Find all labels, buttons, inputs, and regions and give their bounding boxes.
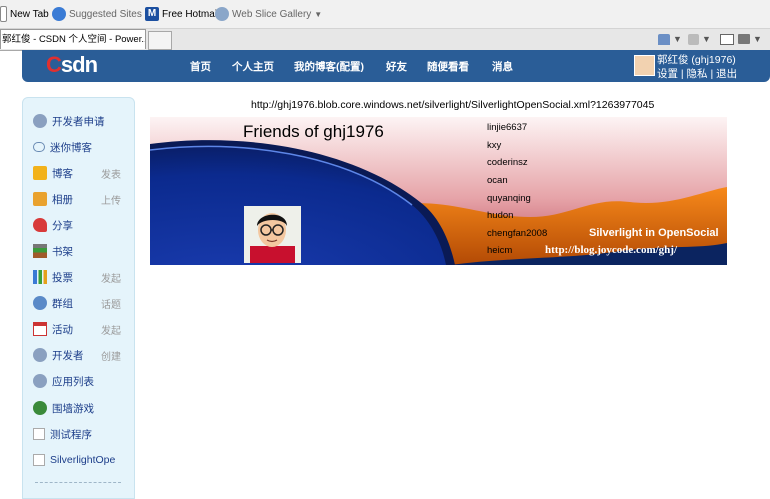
group-icon <box>33 296 47 310</box>
tab-active[interactable]: 郭红俊 - CSDN 个人空间 - Power... <box>0 29 146 49</box>
sidebar-item-label: 迷你博客 <box>50 141 92 154</box>
sidebar-item-event[interactable]: 活动 发起 <box>33 320 129 338</box>
free-hotmail-label: Free Hotmail <box>162 8 220 20</box>
nav-friends[interactable]: 好友 <box>386 59 407 74</box>
rss-icon[interactable]: ▼ <box>688 31 711 47</box>
vote-icon <box>33 270 47 284</box>
user-links[interactable]: 设置 | 隐私 | 退出 <box>657 66 737 81</box>
developer-apply-icon <box>33 114 47 128</box>
gadget-url: http://ghj1976.blob.core.windows.net/sil… <box>251 99 655 111</box>
sidebar-item-share[interactable]: 分享 <box>33 216 129 234</box>
sidebar-item-action[interactable]: 创建 <box>101 348 121 363</box>
tab-row: 郭红俊 - CSDN 个人空间 - Power... <box>0 29 770 51</box>
sidebar-item-bookshelf[interactable]: 书架 <box>33 242 129 260</box>
sidebar-item-action[interactable]: 发起 <box>101 322 121 337</box>
csdn-logo[interactable]: Csdn <box>46 52 98 78</box>
new-tab-label: New Tab <box>10 8 49 20</box>
csdn-nav-bar: Csdn 首页 个人主页 我的博客(配置) 好友 随便看看 消息 郭红俊 (gh… <box>22 50 770 82</box>
banner-url[interactable]: http://blog.joycode.com/ghj/ <box>545 244 677 256</box>
page-icon <box>0 6 7 22</box>
friend-item[interactable]: heicm <box>487 245 512 256</box>
sidebar-item-action[interactable]: 上传 <box>101 192 121 207</box>
ie-icon <box>215 7 229 21</box>
avatar[interactable] <box>634 55 655 76</box>
print-icon[interactable]: ▼ <box>738 31 762 47</box>
sidebar-item-action[interactable]: 话题 <box>101 296 121 311</box>
developer-icon <box>33 348 47 362</box>
nav-home[interactable]: 首页 <box>190 59 211 74</box>
sidebar-item-test-app[interactable]: 测试程序 <box>33 425 129 443</box>
msn-icon: M <box>145 7 159 21</box>
mini-blog-icon <box>33 142 45 152</box>
sidebar-item-label: 开发者 <box>52 349 84 362</box>
album-icon <box>33 192 47 206</box>
sidebar-item-label: 博客 <box>52 167 73 180</box>
silverlight-banner[interactable] <box>150 117 727 265</box>
sidebar: 开发者申请 迷你博客 博客 发表 相册 上传 分享 书架 投票 发起 群组 话题… <box>22 97 135 499</box>
silverlight-app-icon <box>33 454 45 466</box>
friend-item[interactable]: linjie6637 <box>487 122 527 133</box>
app-list-icon <box>33 374 47 388</box>
friend-item[interactable]: quyanqing <box>487 193 531 204</box>
sidebar-item-action[interactable]: 发起 <box>101 270 121 285</box>
sidebar-item-label: 投票 <box>52 271 73 284</box>
gadget-title: Friends of ghj1976 <box>243 122 384 141</box>
suggested-sites-favorite[interactable]: Suggested Sites ▼ <box>52 6 153 22</box>
sidebar-item-label: 测试程序 <box>50 428 92 441</box>
sidebar-item-game[interactable]: 围墙游戏 <box>33 399 129 417</box>
web-slice-gallery-label: Web Slice Gallery <box>232 8 312 20</box>
new-tab-button[interactable] <box>148 31 172 50</box>
new-tab-favorite[interactable]: New Tab <box>0 6 49 22</box>
sidebar-item-label: 开发者申请 <box>52 115 105 128</box>
nav-profile[interactable]: 个人主页 <box>232 59 274 74</box>
friend-item[interactable]: hudon <box>487 210 513 221</box>
favorites-bar: New Tab Suggested Sites ▼ M Free Hotmail… <box>0 0 770 29</box>
bookshelf-icon <box>33 244 47 258</box>
sidebar-item-label: 分享 <box>52 219 73 232</box>
sidebar-item-album[interactable]: 相册 上传 <box>33 190 129 208</box>
friend-item[interactable]: kxy <box>487 140 501 151</box>
share-icon <box>33 218 47 232</box>
home-icon[interactable]: ▼ <box>658 31 682 47</box>
sidebar-item-blog[interactable]: 博客 发表 <box>33 164 129 182</box>
sidebar-item-vote[interactable]: 投票 发起 <box>33 268 129 286</box>
sidebar-item-label: 书架 <box>52 245 73 258</box>
sidebar-item-label: 群组 <box>52 297 73 310</box>
user-name[interactable]: 郭红俊 (ghj1976) <box>657 52 736 67</box>
friend-item[interactable]: ocan <box>487 175 508 186</box>
user-portrait[interactable] <box>244 206 301 263</box>
game-icon <box>33 401 47 415</box>
sidebar-item-label: 应用列表 <box>52 375 94 388</box>
blog-icon <box>33 166 47 180</box>
banner-title: Silverlight in OpenSocial <box>589 227 719 239</box>
sidebar-item-label: SilverlightOpe <box>50 454 116 466</box>
test-app-icon <box>33 428 45 440</box>
nav-browse[interactable]: 随便看看 <box>427 59 469 74</box>
csdn-logo-text: sdn <box>60 52 98 77</box>
friend-item[interactable]: chengfan2008 <box>487 228 547 239</box>
chevron-down-icon[interactable]: ▼ <box>314 10 322 19</box>
sidebar-item-silverlight-app[interactable]: SilverlightOpe <box>33 451 129 469</box>
sidebar-item-developer-apply[interactable]: 开发者申请 <box>33 112 129 130</box>
suggested-sites-label: Suggested Sites <box>69 8 142 20</box>
friend-item[interactable]: coderinsz <box>487 157 528 168</box>
web-slice-gallery-favorite[interactable]: Web Slice Gallery ▼ <box>215 6 322 22</box>
sidebar-item-label: 相册 <box>52 193 73 206</box>
sidebar-divider <box>35 482 121 483</box>
free-hotmail-favorite[interactable]: M Free Hotmail <box>145 6 219 22</box>
mail-icon[interactable] <box>720 31 734 47</box>
sidebar-item-label: 活动 <box>52 323 73 336</box>
sidebar-item-action[interactable]: 发表 <box>101 166 121 181</box>
nav-my-blog[interactable]: 我的博客(配置) <box>294 59 364 74</box>
event-icon <box>33 322 47 336</box>
sidebar-item-developer[interactable]: 开发者 创建 <box>33 346 129 364</box>
sidebar-item-label: 围墙游戏 <box>52 402 94 415</box>
banner-artwork <box>150 117 727 265</box>
sidebar-item-mini-blog[interactable]: 迷你博客 <box>33 138 129 156</box>
nav-messages[interactable]: 消息 <box>492 59 513 74</box>
sidebar-item-app-list[interactable]: 应用列表 <box>33 372 129 390</box>
sidebar-item-group[interactable]: 群组 话题 <box>33 294 129 312</box>
ie-icon <box>52 7 66 21</box>
